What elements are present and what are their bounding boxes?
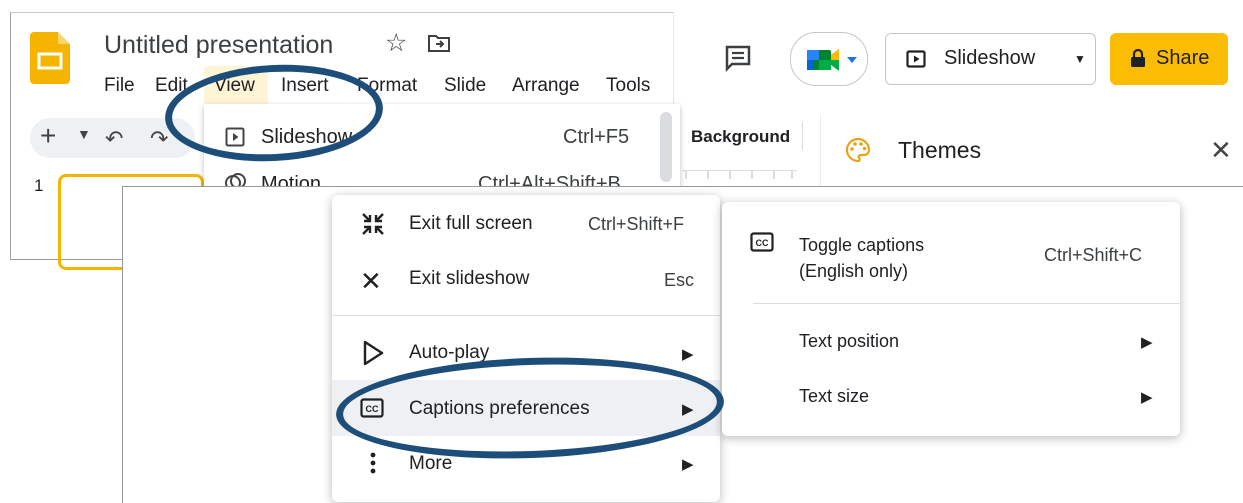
document-title[interactable]: Untitled presentation (104, 31, 333, 60)
new-slide-icon[interactable]: + (40, 120, 56, 152)
motion-icon (224, 172, 246, 186)
caret-down-icon: ▼ (1074, 52, 1086, 66)
submenu-arrow-icon: ▶ (682, 346, 694, 363)
captions-submenu (722, 202, 1180, 436)
closed-captions-icon: CC (750, 232, 774, 252)
slideshow-button-label: Slideshow (944, 47, 1036, 69)
star-icon[interactable]: ☆ (385, 28, 407, 58)
view-menu-shortcut-slideshow: Ctrl+F5 (563, 126, 630, 148)
menu-arrange[interactable]: Arrange (512, 75, 580, 97)
background-button[interactable]: Background (691, 127, 790, 147)
menu-tools[interactable]: Tools (606, 75, 650, 97)
comment-icon[interactable] (724, 44, 752, 72)
submenu-item-toggle-captions[interactable]: Toggle captions (English only) (799, 232, 924, 284)
menu-scrollbar[interactable] (660, 112, 672, 182)
context-item-exit-full-screen[interactable]: Exit full screen (409, 213, 533, 235)
shortcut-exit-slideshow: Esc (664, 270, 695, 290)
shortcut-exit-full-screen: Ctrl+Shift+F (588, 214, 685, 234)
submenu-item-text-size[interactable]: Text size (799, 386, 869, 407)
close-icon: ✕ (360, 266, 382, 296)
slideshow-dropdown-button[interactable]: ▼ (1065, 33, 1096, 85)
meet-button[interactable] (790, 32, 868, 86)
exit-fullscreen-icon (361, 212, 385, 236)
toolbar-divider (802, 122, 803, 150)
menu-file[interactable]: File (104, 75, 135, 97)
context-menu-divider (332, 315, 720, 316)
slideshow-button[interactable]: Slideshow (885, 33, 1067, 85)
context-item-more[interactable]: More (409, 453, 452, 475)
submenu-arrow-icon: ▶ (1141, 334, 1153, 351)
move-to-folder-icon[interactable] (428, 34, 450, 52)
toggle-captions-sublabel: (English only) (799, 261, 909, 281)
share-button-label: Share (1156, 47, 1210, 69)
undo-icon[interactable]: ↶ (105, 126, 123, 152)
play-icon (362, 340, 384, 366)
redo-icon[interactable]: ↷ (150, 126, 168, 152)
menu-slide[interactable]: Slide (444, 75, 486, 97)
shortcut-toggle-captions: Ctrl+Shift+C (1044, 245, 1143, 265)
more-vertical-icon (370, 451, 376, 475)
slides-logo-icon[interactable] (30, 32, 70, 84)
share-button[interactable]: Share (1110, 33, 1228, 85)
toggle-captions-label: Toggle captions (799, 235, 925, 255)
palette-icon (845, 137, 871, 163)
themes-title: Themes (898, 137, 982, 163)
submenu-item-text-position[interactable]: Text position (799, 331, 899, 352)
ruler (682, 170, 797, 183)
caret-down-icon[interactable]: ▼ (77, 126, 91, 142)
slide-number: 1 (34, 176, 44, 195)
close-icon[interactable]: ✕ (1210, 135, 1232, 166)
submenu-arrow-icon: ▶ (1141, 389, 1153, 406)
svg-text:CC: CC (756, 238, 769, 248)
submenu-divider (753, 303, 1180, 304)
submenu-arrow-icon: ▶ (682, 456, 694, 473)
context-item-exit-slideshow[interactable]: Exit slideshow (409, 268, 529, 290)
